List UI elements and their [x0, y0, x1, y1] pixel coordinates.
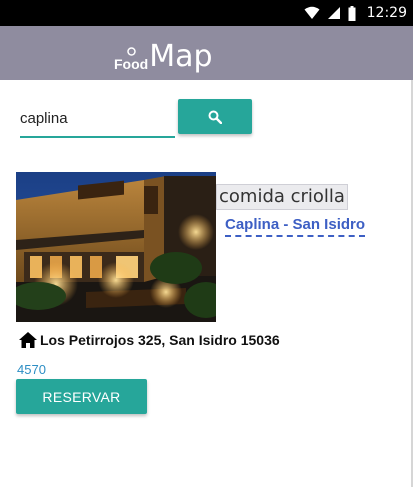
search-button[interactable] [178, 99, 252, 134]
logo-fork-icon [127, 47, 136, 56]
app-bar: Food Map [0, 26, 413, 80]
status-bar: 12:29 [0, 0, 413, 26]
address-row: Los Petirrojos 325, San Isidro 15036 [18, 331, 280, 349]
app-screen: 12:29 Food Map caplina comida criolla Ca… [0, 0, 413, 487]
address-text: Los Petirrojos 325, San Isidro 15036 [40, 332, 280, 348]
search-field[interactable] [20, 100, 175, 138]
category-tag: comida criolla [216, 184, 348, 210]
restaurant-photo[interactable] [16, 172, 216, 322]
status-time: 12:29 [366, 5, 407, 21]
reserve-button[interactable]: RESERVAR [16, 379, 147, 414]
restaurant-name-link[interactable]: Caplina - San Isidro [225, 216, 366, 237]
logo-title: Map [149, 39, 213, 74]
wifi-icon [304, 6, 320, 19]
logo-small-text: Food [114, 47, 148, 71]
phone-text[interactable]: 4570 [17, 362, 46, 377]
search-icon [208, 110, 222, 124]
signal-icon [327, 7, 340, 19]
battery-icon [348, 5, 356, 21]
app-logo: Food Map [114, 37, 213, 73]
status-icons: 12:29 [304, 0, 407, 26]
restaurant-photo-image [16, 172, 216, 322]
search-input[interactable] [20, 106, 170, 130]
home-icon [19, 332, 37, 348]
